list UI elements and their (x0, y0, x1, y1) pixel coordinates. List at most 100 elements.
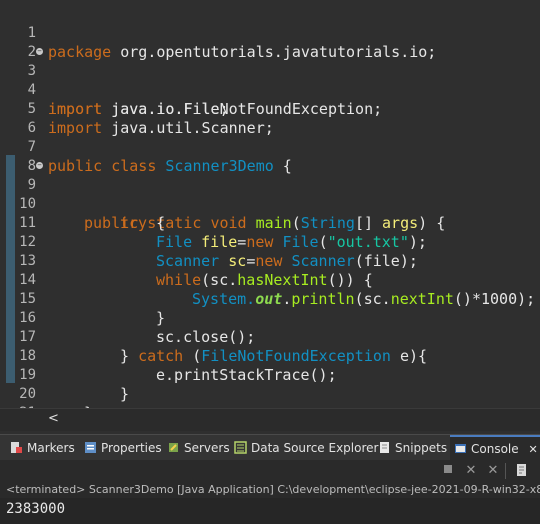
toolbar-separator (505, 463, 506, 479)
code-line-5[interactable]: 5 import java.util.Scanner; (0, 81, 274, 137)
punct: . (282, 290, 292, 308)
clear-console-icon[interactable] (514, 463, 530, 479)
code-line-15[interactable]: 15 } (0, 271, 165, 327)
remove-launch-icon[interactable]: ✕ (463, 463, 479, 479)
servers-icon (169, 443, 178, 452)
horizontal-scrollbar[interactable]: < (0, 408, 540, 431)
code-line-2[interactable]: 2 (0, 24, 36, 60)
close-icon[interactable]: ✕ (528, 443, 537, 456)
catch-keyword: catch (138, 347, 184, 365)
fold-collapse-icon[interactable]: − (36, 48, 43, 55)
punct: [] (354, 214, 383, 232)
method-call: hasNextInt (237, 271, 328, 289)
class-keyword: class (111, 157, 157, 175)
import-keyword: import (48, 119, 103, 137)
punct: ()) { (327, 271, 373, 289)
punct: ()*1000); (453, 290, 536, 308)
tab-label: Data Source Explorer (251, 441, 379, 455)
exception-type: FileNotFoundException (201, 347, 391, 365)
punct: (file); (354, 252, 418, 270)
code-line-19[interactable]: 19 } (0, 347, 129, 403)
punct: ){ (409, 347, 428, 365)
code-line-10[interactable]: 10 try { (0, 176, 165, 232)
type-name: String (300, 214, 355, 232)
punct: = (246, 252, 256, 270)
method-call: println (291, 290, 355, 308)
code-line-13[interactable]: 13 while(sc.hasNextInt()) { (0, 233, 373, 289)
punct: ( (291, 214, 301, 232)
tab-label: Properties (101, 441, 162, 455)
code-line-6[interactable]: 6 (0, 100, 36, 136)
static-field: out (255, 290, 283, 308)
snippets-icon (380, 442, 389, 453)
type-name: File (282, 233, 319, 251)
fold-collapse-icon[interactable]: − (36, 162, 43, 169)
type-name: File (156, 233, 193, 251)
console-icon (455, 444, 466, 453)
param-name: args (382, 214, 419, 232)
properties-icon (85, 442, 96, 453)
brace: } (120, 385, 130, 403)
code-line-11[interactable]: 11 File file=new File("out.txt"); (0, 195, 427, 251)
system-class: System. (192, 290, 256, 308)
package-keyword: package (48, 43, 112, 61)
brace: } (156, 309, 166, 327)
code-line-21[interactable]: 21 } (0, 385, 36, 408)
try-keyword: try (120, 214, 148, 232)
code-line-20[interactable]: 20 } (0, 366, 93, 408)
punct: (sc. (201, 271, 238, 289)
variable-name: file (201, 233, 238, 251)
new-keyword: new (255, 252, 283, 270)
scroll-left-icon[interactable]: < (48, 411, 59, 426)
while-keyword: while (156, 271, 202, 289)
type-name: Scanner (291, 252, 355, 270)
code-line-9[interactable]: 9 − public static void main(String[] arg… (0, 157, 446, 233)
code-line-3[interactable]: 3 − import java.io.File; (0, 43, 229, 119)
console-launch-status: <terminated> Scanner3Demo [Java Applicat… (0, 482, 540, 498)
data-source-icon (234, 441, 247, 454)
class-name: Scanner3Demo (165, 157, 274, 175)
tab-data-source-explorer[interactable]: Data Source Explorer (234, 435, 378, 461)
type-name: Scanner (156, 252, 220, 270)
console-output[interactable]: 2383000 (0, 498, 540, 524)
tab-console[interactable]: Console ✕ (450, 435, 540, 461)
terminate-icon[interactable] (440, 463, 456, 479)
import-path: java.util.Scanner; (102, 119, 274, 137)
markers-icon (11, 442, 22, 453)
remove-all-terminated-icon[interactable]: ✕ (485, 463, 501, 479)
tab-servers[interactable]: Servers (167, 435, 230, 461)
code-line-8[interactable]: 8 (0, 138, 36, 174)
code-line-12[interactable]: 12 Scanner sc=new Scanner(file); (0, 214, 418, 270)
punct: ) { (418, 214, 446, 232)
console-toolbar: ✕ ✕ (0, 460, 540, 482)
tab-label: Servers (184, 441, 230, 455)
method-call: nextInt (390, 290, 454, 308)
code-line-16[interactable]: 16 sc.close(); (0, 290, 255, 346)
code-editor[interactable]: 1 package org.opentutorials.javatutorial… (0, 0, 540, 408)
punct: } (120, 347, 139, 365)
tab-label: Console (471, 442, 519, 456)
brace: { (273, 157, 292, 175)
code-line-14[interactable]: 14 System.out.println(sc.nextInt()*1000)… (0, 252, 535, 308)
tab-label: Snippets (395, 441, 448, 455)
punct: ); (408, 233, 427, 251)
code-line-1[interactable]: 1 package org.opentutorials.javatutorial… (0, 5, 437, 61)
tab-snippets[interactable]: Snippets (378, 435, 447, 461)
variable-name: e (390, 347, 409, 365)
tab-properties[interactable]: Properties (84, 435, 162, 461)
variable-name: sc (228, 252, 247, 270)
tab-markers[interactable]: Markers (10, 435, 75, 461)
void-keyword: void (210, 214, 247, 232)
new-keyword: new (246, 233, 274, 251)
public-keyword: public (48, 157, 103, 175)
code-line-18[interactable]: 18 e.printStackTrace(); (0, 328, 336, 384)
string-literal: "out.txt" (327, 233, 409, 251)
method-name: main (255, 214, 292, 232)
code-line-7[interactable]: 7 public class Scanner3Demo { (0, 119, 292, 175)
punct: = (237, 233, 247, 251)
tab-label: Markers (27, 441, 75, 455)
code-line-17[interactable]: 17 } catch (FileNotFoundException e){ (0, 309, 427, 365)
punct: ( (183, 347, 202, 365)
statement: sc.close(); (156, 328, 256, 346)
code-line-4[interactable]: 4 import java.io.FileNotFoundException; (0, 62, 383, 118)
